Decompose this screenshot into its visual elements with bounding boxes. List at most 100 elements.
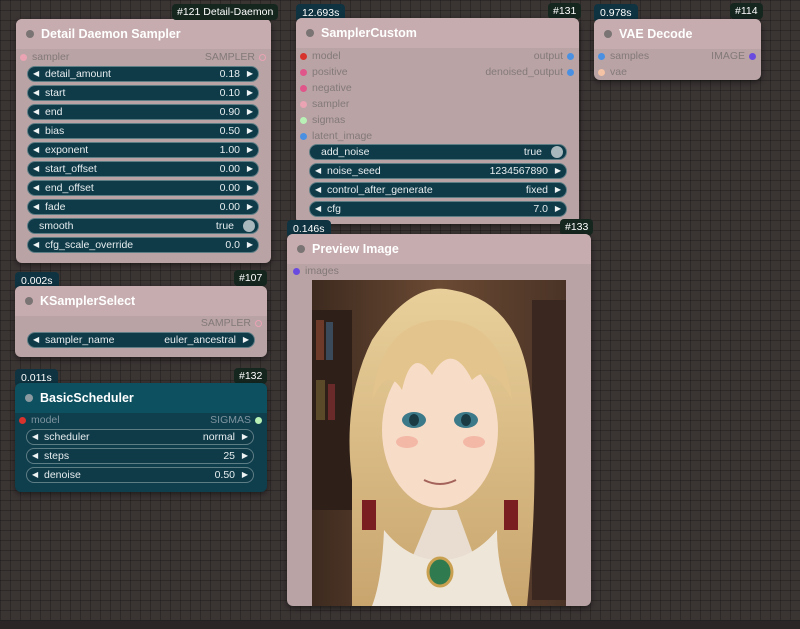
node-title: Detail Daemon Sampler [41,27,181,41]
widget-start[interactable]: ◀ start 0.10 ▶ [27,85,259,101]
widget-exponent[interactable]: ◀ exponent 1.00 ▶ [27,142,259,158]
node-title-bar[interactable]: KSamplerSelect [15,286,267,316]
arrow-left-icon[interactable]: ◀ [33,145,39,154]
arrow-right-icon[interactable]: ▶ [247,183,253,192]
title-dot-icon[interactable] [297,245,305,253]
node-id-badge: #107 [234,270,268,286]
node-preview-image[interactable]: Preview Image images [287,234,591,606]
widget-noise-seed[interactable]: ◀ noise_seed 1234567890 ▶ [309,163,567,179]
widget-end-offset[interactable]: ◀ end_offset 0.00 ▶ [27,180,259,196]
node-title: KSamplerSelect [40,294,136,308]
output-slot-denoised-output[interactable]: denoised_output [485,66,574,78]
widget-cfg-scale-override[interactable]: ◀ cfg_scale_override 0.0 ▶ [27,237,259,253]
output-slot-sampler[interactable]: SAMPLER [205,51,266,63]
arrow-left-icon[interactable]: ◀ [32,451,38,460]
output-slot-sigmas[interactable]: SIGMAS [210,414,262,426]
node-vae-decode[interactable]: VAE Decode samples vae IMAGE [594,19,761,80]
arrow-left-icon[interactable]: ◀ [33,202,39,211]
widget-fade[interactable]: ◀ fade 0.00 ▶ [27,199,259,215]
widget-steps[interactable]: ◀ steps 25 ▶ [26,448,254,464]
node-basic-scheduler[interactable]: BasicScheduler model SIGMAS ◀ scheduler … [15,383,267,492]
widget-end[interactable]: ◀ end 0.90 ▶ [27,104,259,120]
toggle-knob-icon[interactable] [551,146,563,158]
title-dot-icon[interactable] [306,29,314,37]
widget-control-after-generate[interactable]: ◀ control_after_generate fixed ▶ [309,182,567,198]
arrow-right-icon[interactable]: ▶ [555,166,561,175]
widget-denoise[interactable]: ◀ denoise 0.50 ▶ [26,467,254,483]
input-slot-samples[interactable]: samples [598,50,649,62]
title-dot-icon[interactable] [26,30,34,38]
input-slot-model[interactable]: model [19,414,60,426]
arrow-left-icon[interactable]: ◀ [315,185,321,194]
arrow-right-icon[interactable]: ▶ [555,185,561,194]
input-slot-latent-image[interactable]: latent_image [300,130,372,142]
title-dot-icon[interactable] [25,297,33,305]
node-sampler-custom[interactable]: SamplerCustom model positive negative sa… [296,18,579,224]
node-id-badge: #133 [560,219,594,235]
node-title: VAE Decode [619,27,693,41]
input-slot-vae[interactable]: vae [598,66,627,78]
preview-image-graphic [312,280,566,606]
widget-start-offset[interactable]: ◀ start_offset 0.00 ▶ [27,161,259,177]
arrow-right-icon[interactable]: ▶ [247,126,253,135]
arrow-left-icon[interactable]: ◀ [33,240,39,249]
input-slot-sampler[interactable]: sampler [20,51,69,63]
widget-smooth-toggle[interactable]: smooth true [27,218,259,234]
node-title-bar[interactable]: Preview Image [287,234,591,264]
input-slot-model[interactable]: model [300,50,341,62]
node-title-bar[interactable]: BasicScheduler [15,383,267,413]
arrow-right-icon[interactable]: ▶ [242,432,248,441]
arrow-left-icon[interactable]: ◀ [32,470,38,479]
arrow-right-icon[interactable]: ▶ [243,335,249,344]
arrow-left-icon[interactable]: ◀ [33,164,39,173]
input-slot-images[interactable]: images [293,265,339,277]
node-title-bar[interactable]: VAE Decode [594,19,761,49]
widget-bias[interactable]: ◀ bias 0.50 ▶ [27,123,259,139]
arrow-right-icon[interactable]: ▶ [247,107,253,116]
arrow-left-icon[interactable]: ◀ [33,126,39,135]
input-slot-positive[interactable]: positive [300,66,348,78]
node-ksampler-select[interactable]: KSamplerSelect SAMPLER ◀ sampler_name eu… [15,286,267,357]
node-detail-daemon-sampler[interactable]: Detail Daemon Sampler sampler SAMPLER ◀ … [16,19,271,263]
node-id-badge: #131 [548,3,582,19]
widget-sampler-name[interactable]: ◀ sampler_name euler_ancestral ▶ [27,332,255,348]
arrow-left-icon[interactable]: ◀ [32,432,38,441]
title-dot-icon[interactable] [25,394,33,402]
node-id-badge: #132 [234,368,268,384]
input-slot-sigmas[interactable]: sigmas [300,114,345,126]
arrow-right-icon[interactable]: ▶ [247,202,253,211]
output-slot-sampler[interactable]: SAMPLER [201,317,262,329]
widget-detail-amount[interactable]: ◀ detail_amount 0.18 ▶ [27,66,259,82]
node-title: SamplerCustom [321,26,417,40]
arrow-left-icon[interactable]: ◀ [33,88,39,97]
arrow-right-icon[interactable]: ▶ [247,145,253,154]
arrow-left-icon[interactable]: ◀ [33,335,39,344]
arrow-right-icon[interactable]: ▶ [555,204,561,213]
arrow-right-icon[interactable]: ▶ [247,164,253,173]
node-title-bar[interactable]: SamplerCustom [296,18,579,48]
widget-add-noise-toggle[interactable]: add_noise true [309,144,567,160]
arrow-left-icon[interactable]: ◀ [33,107,39,116]
title-dot-icon[interactable] [604,30,612,38]
output-slot-image[interactable]: IMAGE [711,50,756,62]
node-id-badge: #114 [730,3,763,19]
arrow-left-icon[interactable]: ◀ [33,183,39,192]
arrow-right-icon[interactable]: ▶ [247,240,253,249]
arrow-right-icon[interactable]: ▶ [247,88,253,97]
arrow-right-icon[interactable]: ▶ [247,69,253,78]
preview-image[interactable] [312,280,566,606]
arrow-right-icon[interactable]: ▶ [242,470,248,479]
node-title: BasicScheduler [40,391,134,405]
toggle-knob-icon[interactable] [243,220,255,232]
input-slot-sampler[interactable]: sampler [300,98,349,110]
widget-scheduler[interactable]: ◀ scheduler normal ▶ [26,429,254,445]
arrow-left-icon[interactable]: ◀ [315,204,321,213]
input-slot-negative[interactable]: negative [300,82,352,94]
arrow-right-icon[interactable]: ▶ [242,451,248,460]
output-slot-output[interactable]: output [534,50,574,62]
arrow-left-icon[interactable]: ◀ [33,69,39,78]
arrow-left-icon[interactable]: ◀ [315,166,321,175]
node-id-badge: #121 Detail-Daemon [172,4,279,20]
node-title-bar[interactable]: Detail Daemon Sampler [16,19,271,49]
widget-cfg[interactable]: ◀ cfg 7.0 ▶ [309,201,567,217]
